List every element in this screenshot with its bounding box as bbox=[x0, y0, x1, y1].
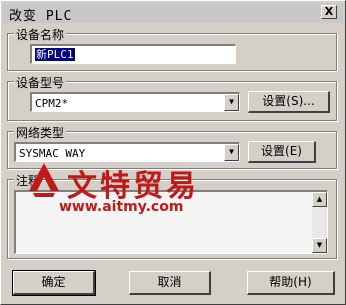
chevron-down-icon[interactable]: ▼ bbox=[224, 94, 239, 111]
comment-group: 注释 ▲ ▼ bbox=[7, 172, 337, 259]
close-icon: X bbox=[324, 5, 334, 18]
scroll-down-icon[interactable]: ▼ bbox=[312, 238, 327, 253]
network-type-label: 网络类型 bbox=[14, 124, 67, 141]
comment-scrollbar[interactable]: ▲ ▼ bbox=[312, 192, 327, 253]
help-button[interactable]: 帮助(H) bbox=[247, 271, 335, 295]
device-type-select[interactable]: CPM2* ▼ bbox=[30, 92, 240, 112]
ok-button[interactable]: 确定 bbox=[12, 270, 96, 296]
window-title: 改变 PLC bbox=[9, 9, 73, 24]
device-type-value: CPM2* bbox=[35, 97, 69, 110]
device-type-group: 设备型号 CPM2* ▼ 设置(S)... bbox=[7, 74, 337, 121]
device-name-label: 设备名称 bbox=[14, 26, 67, 43]
network-type-settings-button[interactable]: 设置(E) bbox=[248, 141, 316, 163]
network-type-select[interactable]: SYSMAC WAY ▼ bbox=[14, 142, 240, 162]
device-type-settings-button[interactable]: 设置(S)... bbox=[248, 91, 330, 113]
network-type-group: 网络类型 SYSMAC WAY ▼ 设置(E) bbox=[7, 124, 337, 169]
comment-textarea[interactable]: ▲ ▼ bbox=[14, 190, 328, 254]
device-name-input[interactable]: 新PLC1 bbox=[30, 44, 236, 64]
device-name-value: 新PLC1 bbox=[35, 48, 75, 61]
change-plc-dialog: 改变 PLC X 设备名称 新PLC1 设备型号 CPM2* ▼ 设置(S)..… bbox=[0, 0, 346, 305]
device-name-group: 设备名称 新PLC1 bbox=[7, 26, 337, 71]
title-bar[interactable]: 改变 PLC X bbox=[3, 3, 343, 24]
scroll-up-icon[interactable]: ▲ bbox=[312, 192, 327, 207]
cancel-button[interactable]: 取消 bbox=[129, 271, 211, 295]
comment-label: 注释 bbox=[14, 172, 43, 189]
close-button[interactable]: X bbox=[321, 5, 337, 19]
network-type-value: SYSMAC WAY bbox=[19, 147, 86, 160]
chevron-down-icon[interactable]: ▼ bbox=[224, 144, 239, 161]
device-type-label: 设备型号 bbox=[14, 74, 67, 91]
